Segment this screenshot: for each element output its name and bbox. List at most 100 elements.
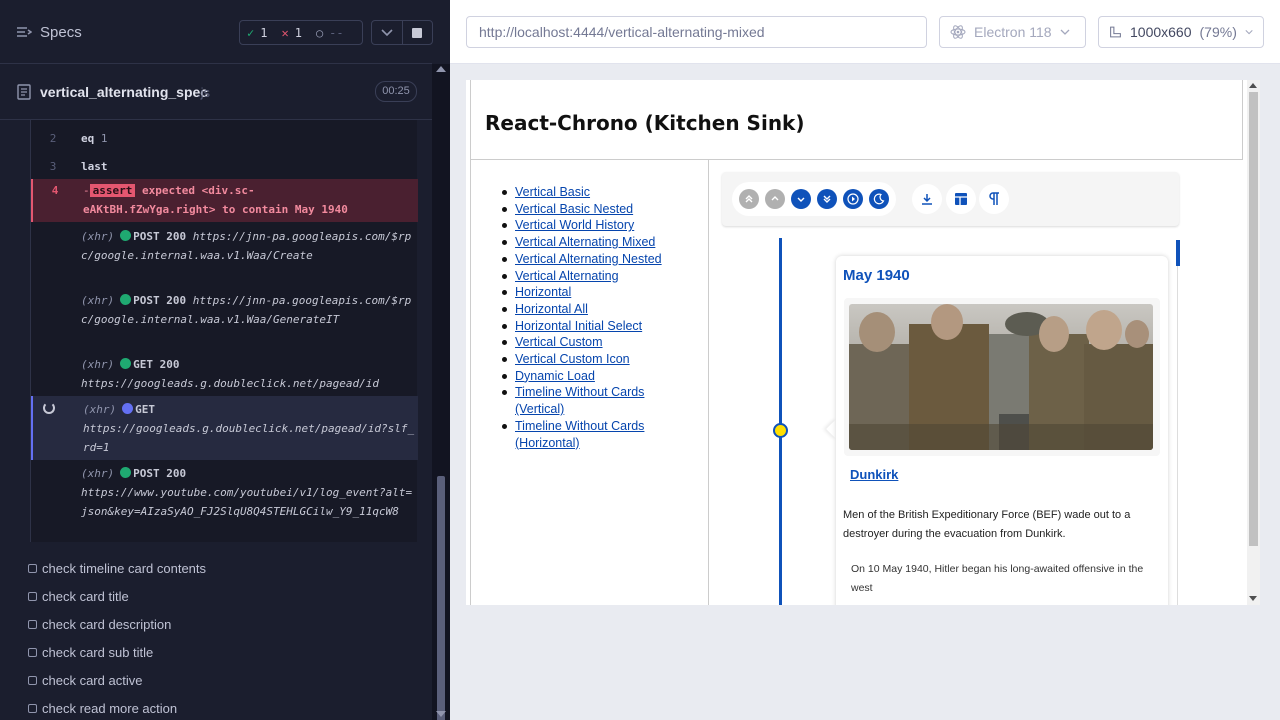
layout-button[interactable] (946, 184, 976, 214)
xhr-row[interactable]: (xhr) POST 200 https://jnn-pa.googleapis.… (31, 291, 418, 351)
command-number: 3 (49, 160, 57, 173)
nav-link-dynamic-load[interactable]: Dynamic Load (515, 369, 595, 383)
card-title-link[interactable]: Dunkirk (850, 467, 898, 482)
scroll-down-icon[interactable] (436, 711, 446, 717)
nav-item: Vertical World History (502, 217, 685, 234)
nav-link-horizontal[interactable]: Horizontal (515, 285, 571, 299)
xhr-row[interactable]: (xhr) POST 200 https://www.youtube.com/yo… (31, 464, 418, 542)
viewport-selector[interactable]: 1000x660 (79%) (1098, 16, 1264, 48)
failed-assert-row[interactable]: 4 - assert expected <div.sc- eAKtBH.fZwYg… (31, 179, 418, 222)
scroll-up-icon[interactable] (1249, 83, 1257, 88)
specs-title[interactable]: Specs (40, 24, 82, 41)
spec-name: vertical_alternating_spec (40, 84, 209, 100)
card-description: On 10 May 1940, Hitler began his long-aw… (851, 563, 1144, 594)
chevron-up-icon (771, 196, 779, 201)
passed-count: 1 (260, 25, 268, 40)
expand-button[interactable] (372, 21, 402, 44)
xhr-row-pending[interactable]: (xhr) GET https://googleads.g.doubleclick… (31, 396, 418, 460)
xhr-method: POST 200 (133, 230, 187, 243)
page-scrollbar[interactable] (1247, 80, 1260, 605)
nav-link-vertical-custom[interactable]: Vertical Custom (515, 335, 603, 349)
nav-item: Timeline Without Cards (Horizontal) (502, 418, 685, 451)
nav-panel: Vertical Basic Vertical Basic Nested Ver… (470, 160, 709, 605)
xhr-method: POST 200 (133, 467, 187, 480)
test-item[interactable]: check card sub title (28, 645, 153, 660)
xhr-url: https://www.youtube.com/youtubei/v1/log_… (81, 486, 413, 518)
scroll-up-icon[interactable] (436, 66, 446, 72)
nav-link-timeline-without-cards-vertical[interactable]: Timeline Without Cards (Vertical) (515, 385, 644, 416)
browser-selector[interactable]: Electron 118 (939, 16, 1086, 48)
command-name: eq (81, 132, 95, 145)
previous-button[interactable] (765, 189, 785, 209)
card-media (844, 298, 1160, 456)
paragraph-icon (989, 192, 999, 205)
xhr-row[interactable]: (xhr) GET 200 https://googleads.g.doublec… (31, 355, 418, 397)
command-row[interactable]: 2 eq 1 (31, 125, 418, 153)
assert-message-line1: expected <div.sc- (142, 184, 255, 197)
reporter-panel: Specs ✓ 1 ✕ 1 ○ -- vertical_alternating_… (0, 0, 450, 720)
pending-box-icon (28, 592, 37, 601)
pending-stat: ○ -- (309, 26, 351, 40)
nav-link-vertical-basic[interactable]: Vertical Basic (515, 185, 590, 199)
xhr-url: https://googleads.g.doubleclick.net/page… (81, 377, 380, 390)
x-icon: ✕ (281, 25, 289, 40)
nav-item: Horizontal All (502, 301, 685, 318)
test-title: check card title (42, 589, 129, 604)
nav-link-vertical-alternating-mixed[interactable]: Vertical Alternating Mixed (515, 235, 655, 249)
status-dot-icon (120, 358, 132, 369)
test-item[interactable]: check card title (28, 589, 129, 604)
assert-message-line2: eAKtBH.fZwYga.right> to contain May 1940 (83, 203, 348, 216)
timeline-scroll-track (1177, 266, 1178, 605)
timeline: May 1940 Dunkirk Men of the British Expe… (722, 172, 1180, 605)
assert-dash: - (83, 184, 90, 197)
timeline-controls (732, 182, 896, 216)
command-number: 2 (49, 132, 57, 145)
nav-link-vertical-alternating[interactable]: Vertical Alternating (515, 269, 619, 283)
nav-item: Horizontal Initial Select (502, 318, 685, 335)
xhr-row[interactable]: (xhr) POST 200 https://jnn-pa.googleapis.… (31, 227, 418, 287)
next-button[interactable] (791, 189, 811, 209)
reporter-scrollbar[interactable] (432, 64, 450, 720)
nav-link-horizontal-all[interactable]: Horizontal All (515, 302, 588, 316)
chevron-down-icon (1245, 30, 1253, 35)
nav-link-vertical-world-history[interactable]: Vertical World History (515, 218, 634, 232)
nav-item: Vertical Alternating Mixed (502, 234, 685, 251)
dark-mode-button[interactable] (869, 189, 889, 209)
test-item[interactable]: check card active (28, 673, 142, 688)
url-bar[interactable]: http://localhost:4444/vertical-alternati… (466, 16, 927, 48)
nav-link-vertical-alternating-nested[interactable]: Vertical Alternating Nested (515, 252, 662, 266)
timeline-point[interactable] (773, 423, 788, 438)
first-button[interactable] (739, 189, 759, 209)
nav-link-vertical-basic-nested[interactable]: Vertical Basic Nested (515, 202, 633, 216)
reporter-header: Specs ✓ 1 ✕ 1 ○ -- (0, 0, 433, 64)
play-button[interactable] (843, 189, 863, 209)
ruler-icon (1110, 26, 1121, 38)
nav-item: Vertical Basic (502, 184, 685, 201)
runner-panel: http://localhost:4444/vertical-alternati… (450, 0, 1280, 720)
test-title: check read more action (42, 701, 178, 716)
last-button[interactable] (817, 189, 837, 209)
failed-stat: ✕ 1 (274, 26, 308, 40)
spec-file-row[interactable]: vertical_alternating_spec .js 00:25 (0, 65, 432, 120)
layout-icon (955, 193, 967, 205)
nav-link-vertical-custom-icon[interactable]: Vertical Custom Icon (515, 352, 630, 366)
test-item[interactable]: check card description (28, 617, 171, 632)
xhr-method: POST 200 (133, 294, 187, 307)
stop-button[interactable] (401, 21, 433, 44)
scroll-down-icon[interactable] (1249, 596, 1257, 601)
scrollbar-thumb[interactable] (437, 476, 445, 720)
runner-toolbar: http://localhost:4444/vertical-alternati… (450, 0, 1280, 64)
nav-item: Vertical Basic Nested (502, 201, 685, 218)
test-item[interactable]: check read more action (28, 701, 177, 716)
nav-link-horizontal-initial-select[interactable]: Horizontal Initial Select (515, 319, 642, 333)
download-button[interactable] (912, 184, 942, 214)
scrollbar-thumb[interactable] (1249, 92, 1258, 546)
double-chevron-up-icon (745, 195, 753, 203)
text-density-button[interactable] (979, 184, 1009, 214)
nav-link-timeline-without-cards-horizontal[interactable]: Timeline Without Cards (Horizontal) (515, 419, 644, 450)
run-controls (371, 20, 433, 45)
command-row[interactable]: 3 last (31, 153, 418, 181)
pending-box-icon (28, 704, 37, 713)
test-item[interactable]: check timeline card contents (28, 561, 206, 576)
specs-list-icon[interactable] (16, 24, 32, 40)
